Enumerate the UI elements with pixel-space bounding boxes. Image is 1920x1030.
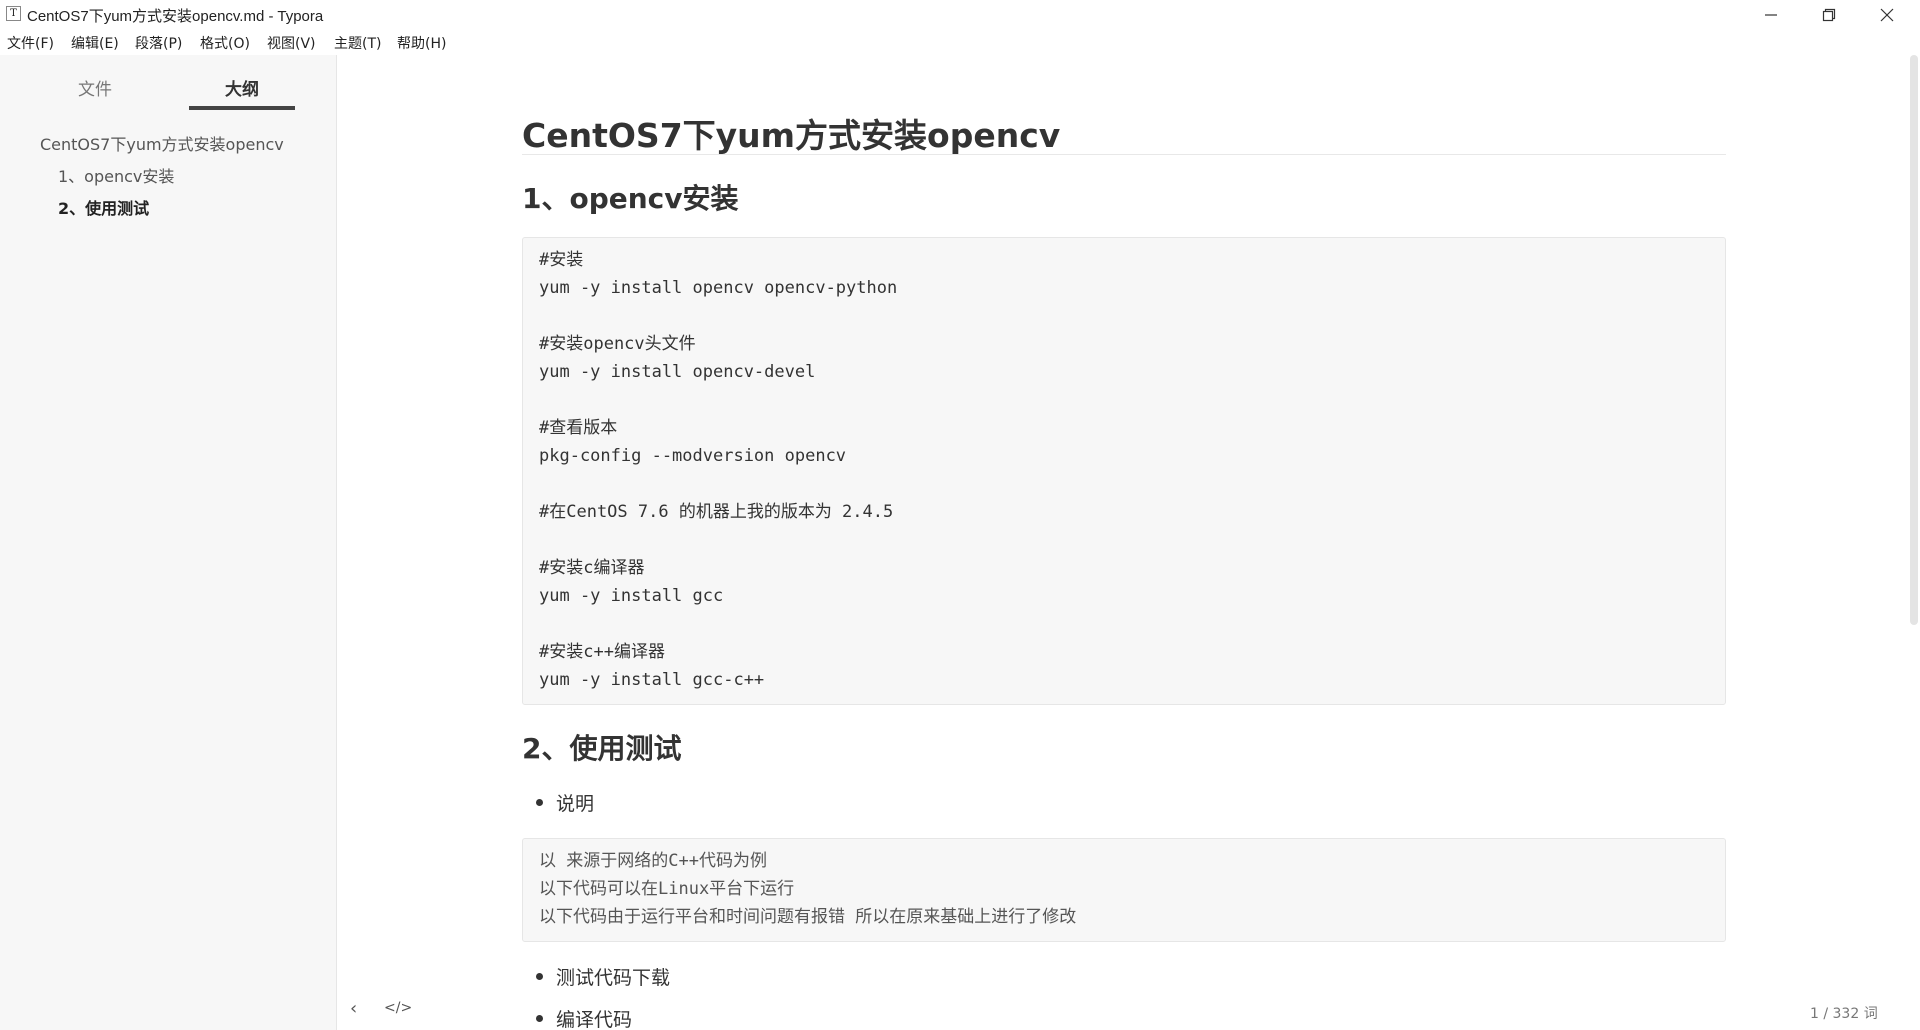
menu-edit[interactable]: 编辑(E) <box>71 33 119 53</box>
title-divider <box>522 154 1726 155</box>
code-line: #在CentOS 7.6 的机器上我的版本为 2.4.5 <box>539 502 894 522</box>
heading-install[interactable]: 1、opencv安装 <box>522 177 739 217</box>
restore-button[interactable] <box>1800 0 1858 29</box>
code-line: 以 来源于网络的C++代码为例 <box>539 851 767 871</box>
menu-theme[interactable]: 主题(T) <box>334 33 381 53</box>
menu-paragraph[interactable]: 段落(P) <box>135 33 182 53</box>
code-line: #安装c编译器 <box>539 558 645 578</box>
menu-file[interactable]: 文件(F) <box>7 33 54 53</box>
heading-test[interactable]: 2、使用测试 <box>522 727 681 767</box>
code-line: #安装 <box>539 250 584 270</box>
list-item[interactable]: 编译代码 <box>536 1005 632 1030</box>
outline-item-test[interactable]: 2、使用测试 <box>58 195 149 219</box>
list-item-text: 测试代码下载 <box>556 967 671 989</box>
word-count[interactable]: 1 / 332 词 <box>1810 1003 1878 1023</box>
restore-icon <box>1822 8 1836 22</box>
code-line: #安装opencv头文件 <box>539 334 696 354</box>
code-block-note[interactable]: 以 来源于网络的C++代码为例 以下代码可以在Linux平台下运行 以下代码由于… <box>522 838 1726 942</box>
active-tab-indicator <box>189 106 295 110</box>
list-item[interactable]: 说明 <box>536 789 594 816</box>
code-line: yum -y install opencv opencv-python <box>539 278 898 298</box>
chevron-left-icon[interactable]: ‹ <box>350 998 357 1019</box>
code-block-install[interactable]: #安装 yum -y install opencv opencv-python … <box>522 237 1726 705</box>
code-line: 以下代码可以在Linux平台下运行 <box>539 879 795 899</box>
title-bar: T CentOS7下yum方式安装opencv.md - Typora <box>0 0 1920 29</box>
document-title[interactable]: CentOS7下yum方式安装opencv <box>522 109 1060 157</box>
list-item-text: 说明 <box>556 793 595 815</box>
code-line: #查看版本 <box>539 418 618 438</box>
code-line: #安装c++编译器 <box>539 642 665 662</box>
typora-app-icon: T <box>6 6 21 21</box>
sidebar: 文件 大纲 CentOS7下yum方式安装opencv 1、opencv安装 2… <box>0 55 337 1030</box>
editor-pane[interactable]: CentOS7下yum方式安装opencv 1、opencv安装 #安装 yum… <box>338 55 1888 1030</box>
outline-item-install[interactable]: 1、opencv安装 <box>58 163 174 187</box>
code-line: pkg-config --modversion opencv <box>539 446 847 466</box>
code-icon[interactable]: </> <box>384 1000 412 1016</box>
close-button[interactable] <box>1858 0 1916 29</box>
window-title: CentOS7下yum方式安装opencv.md - Typora <box>27 8 324 25</box>
code-line: yum -y install opencv-devel <box>539 362 816 382</box>
tab-outline[interactable]: 大纲 <box>189 75 295 100</box>
list-item[interactable]: 测试代码下载 <box>536 963 670 990</box>
code-line: yum -y install gcc <box>539 586 724 606</box>
outline-item-title[interactable]: CentOS7下yum方式安装opencv <box>40 131 284 155</box>
menu-format[interactable]: 格式(O) <box>200 33 250 53</box>
menu-view[interactable]: 视图(V) <box>267 33 316 53</box>
code-line: yum -y install gcc-c++ <box>539 670 765 690</box>
minimize-icon <box>1765 14 1777 16</box>
scrollbar-thumb[interactable] <box>1910 55 1918 625</box>
list-item-text: 编译代码 <box>556 1009 633 1030</box>
code-line: 以下代码由于运行平台和时间问题有报错 所以在原来基础上进行了修改 <box>539 907 1077 927</box>
minimize-button[interactable] <box>1742 0 1800 29</box>
menu-help[interactable]: 帮助(H) <box>397 33 446 53</box>
close-icon <box>1880 8 1894 22</box>
tab-files[interactable]: 文件 <box>42 75 148 100</box>
